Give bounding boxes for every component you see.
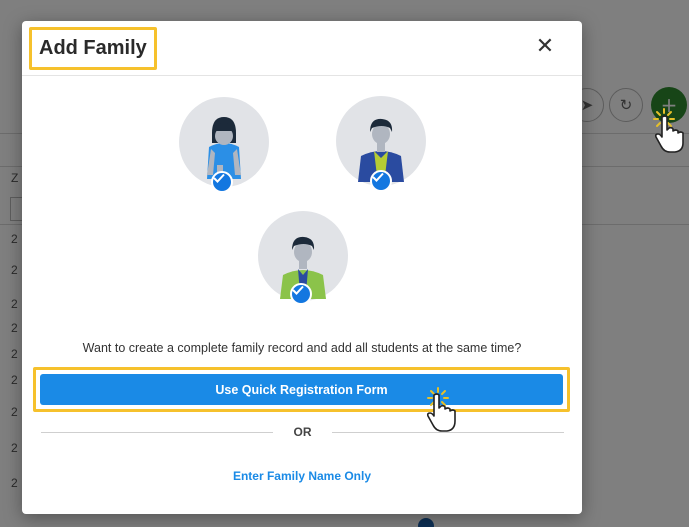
checkmark-icon	[211, 171, 233, 193]
male-guardian-avatar	[336, 96, 426, 192]
dialog-prompt: Want to create a complete family record …	[82, 341, 522, 355]
or-divider: OR	[41, 424, 564, 440]
enter-family-name-only-link[interactable]: Enter Family Name Only	[22, 469, 582, 483]
hand-cursor-icon	[654, 115, 684, 153]
dialog-title: Add Family	[29, 27, 157, 70]
female-guardian-avatar	[179, 97, 269, 193]
dialog-header: Add Family ✕	[22, 21, 582, 76]
add-family-dialog: Add Family ✕ Want to create a complete f…	[22, 21, 582, 514]
checkmark-icon	[370, 170, 392, 192]
close-icon[interactable]: ✕	[534, 36, 556, 58]
student-avatar	[258, 211, 348, 305]
quick-registration-highlight: Use Quick Registration Form	[33, 367, 570, 412]
checkmark-icon	[290, 283, 312, 305]
hand-cursor-icon	[426, 393, 456, 432]
quick-registration-button[interactable]: Use Quick Registration Form	[40, 374, 563, 405]
